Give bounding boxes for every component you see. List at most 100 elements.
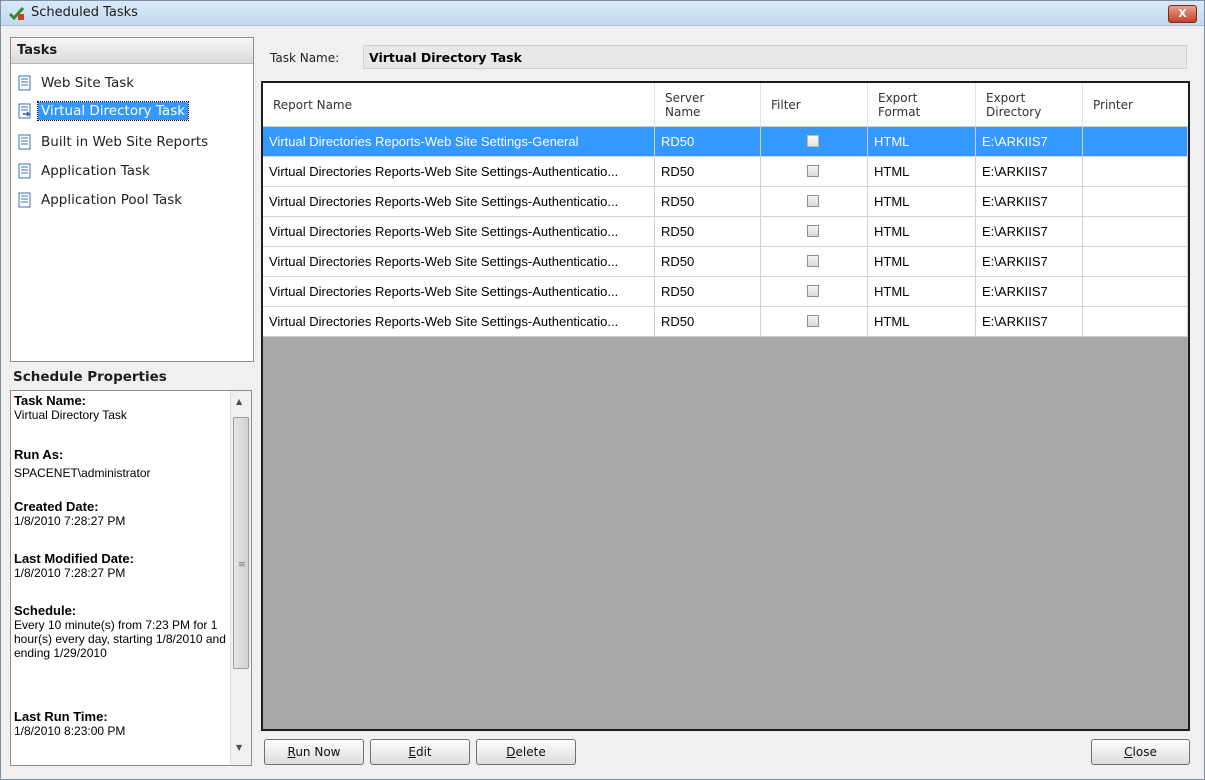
prop-run-as: Run As: SPACENET\administrator	[14, 447, 229, 480]
prop-value: 1/8/2010 7:28:27 PM	[14, 514, 126, 528]
reports-grid[interactable]: Report Name Server Name Filter Export Fo…	[261, 81, 1190, 731]
grip-icon: ≡	[238, 560, 246, 570]
task-item-web-site[interactable]: Web Site Task	[17, 72, 134, 94]
server-name-cell: RD50	[655, 157, 761, 186]
filter-cell	[761, 187, 868, 216]
prop-key: Task Name:	[14, 393, 87, 408]
scroll-down-icon[interactable]: ▼	[236, 743, 242, 752]
col-server-name[interactable]: Server Name	[655, 83, 761, 126]
export-format-cell: HTML	[868, 187, 976, 216]
properties-scrollbar[interactable]: ▲ ≡ ▼	[230, 391, 251, 765]
tasks-panel: Tasks Web Site Task Virtual Directory Ta…	[10, 37, 254, 362]
close-label: lose	[1132, 745, 1157, 759]
filter-checkbox[interactable]	[807, 135, 819, 147]
prop-value: 1/8/2010 7:28:27 PM	[14, 566, 126, 580]
export-format-cell: HTML	[868, 157, 976, 186]
export-directory-cell: E:\ARKIIS7	[976, 217, 1083, 246]
prop-key: Last Run Time:	[14, 709, 108, 724]
task-name-label: Task Name:	[270, 51, 340, 65]
filter-checkbox[interactable]	[807, 255, 819, 267]
filter-checkbox[interactable]	[807, 195, 819, 207]
report-name-cell: Virtual Directories Reports-Web Site Set…	[263, 127, 655, 156]
table-row[interactable]: Virtual Directories Reports-Web Site Set…	[263, 217, 1188, 247]
scroll-up-icon[interactable]: ▲	[236, 397, 242, 406]
schedule-properties-title: Schedule Properties	[13, 369, 167, 385]
server-name-cell: RD50	[655, 187, 761, 216]
task-item-label: Application Pool Task	[41, 192, 183, 208]
scheduled-tasks-window: Scheduled Tasks X Tasks Web Site Task Vi…	[0, 0, 1205, 780]
report-name-cell: Virtual Directories Reports-Web Site Set…	[263, 247, 655, 276]
printer-cell	[1083, 157, 1188, 186]
export-format-cell: HTML	[868, 127, 976, 156]
prop-value: 1/8/2010 8:23:00 PM	[14, 724, 126, 738]
prop-created-date: Created Date: 1/8/2010 7:28:27 PM	[14, 499, 229, 528]
task-item-application-pool[interactable]: Application Pool Task	[17, 189, 182, 211]
window-title: Scheduled Tasks	[31, 5, 138, 20]
task-name-row: Task Name: Virtual Directory Task	[261, 45, 1190, 71]
close-mnemonic: C	[1124, 745, 1133, 759]
title-bar[interactable]: Scheduled Tasks X	[1, 1, 1204, 26]
filter-cell	[761, 307, 868, 336]
printer-cell	[1083, 217, 1188, 246]
run-now-button[interactable]: Run Now	[264, 739, 364, 765]
task-item-label: Built in Web Site Reports	[41, 134, 209, 150]
task-list-icon	[18, 75, 31, 91]
filter-checkbox[interactable]	[807, 285, 819, 297]
task-item-label: Web Site Task	[41, 75, 135, 91]
tasks-header: Tasks	[11, 38, 253, 64]
server-name-cell: RD50	[655, 127, 761, 156]
filter-cell	[761, 217, 868, 246]
task-item-application[interactable]: Application Task	[17, 160, 150, 182]
export-format-cell: HTML	[868, 217, 976, 246]
filter-checkbox[interactable]	[807, 225, 819, 237]
prop-task-name: Task Name: Virtual Directory Task	[14, 393, 229, 422]
report-name-cell: Virtual Directories Reports-Web Site Set…	[263, 277, 655, 306]
col-export-directory[interactable]: Export Directory	[976, 83, 1083, 126]
report-name-cell: Virtual Directories Reports-Web Site Set…	[263, 217, 655, 246]
server-name-cell: RD50	[655, 307, 761, 336]
prop-value: Virtual Directory Task	[14, 408, 127, 422]
window-close-button[interactable]: X	[1168, 5, 1197, 23]
filter-cell	[761, 277, 868, 306]
table-row[interactable]: Virtual Directories Reports-Web Site Set…	[263, 157, 1188, 187]
table-row[interactable]: Virtual Directories Reports-Web Site Set…	[263, 247, 1188, 277]
grid-header: Report Name Server Name Filter Export Fo…	[263, 83, 1188, 127]
col-filter[interactable]: Filter	[761, 83, 868, 126]
filter-checkbox[interactable]	[807, 315, 819, 327]
task-item-label: Virtual Directory Task	[36, 101, 190, 121]
table-row[interactable]: Virtual Directories Reports-Web Site Set…	[263, 127, 1188, 157]
scrollbar-thumb[interactable]: ≡	[233, 417, 249, 669]
filter-checkbox[interactable]	[807, 165, 819, 177]
filter-cell	[761, 127, 868, 156]
printer-cell	[1083, 277, 1188, 306]
task-run-icon	[18, 103, 31, 119]
prop-key: Created Date:	[14, 499, 99, 514]
prop-schedule: Schedule: Every 10 minute(s) from 7:23 P…	[14, 603, 229, 660]
export-format-cell: HTML	[868, 247, 976, 276]
filter-cell	[761, 157, 868, 186]
close-button[interactable]: Close	[1091, 739, 1190, 765]
schedule-properties-box[interactable]: Task Name: Virtual Directory Task Run As…	[10, 390, 252, 766]
run-now-label: un Now	[295, 745, 341, 759]
table-row[interactable]: Virtual Directories Reports-Web Site Set…	[263, 277, 1188, 307]
col-printer[interactable]: Printer	[1083, 83, 1188, 126]
table-row[interactable]: Virtual Directories Reports-Web Site Set…	[263, 187, 1188, 217]
task-item-label: Application Task	[41, 163, 150, 179]
server-name-cell: RD50	[655, 277, 761, 306]
task-item-virtual-directory[interactable]: Virtual Directory Task	[17, 100, 190, 122]
prop-value: Every 10 minute(s) from 7:23 PM for 1 ho…	[14, 618, 226, 660]
edit-button[interactable]: Edit	[370, 739, 470, 765]
col-export-format[interactable]: Export Format	[868, 83, 976, 126]
col-report-name[interactable]: Report Name	[263, 83, 655, 126]
delete-button[interactable]: Delete	[476, 739, 576, 765]
server-name-cell: RD50	[655, 247, 761, 276]
report-name-cell: Virtual Directories Reports-Web Site Set…	[263, 307, 655, 336]
edit-mnemonic: E	[408, 745, 416, 759]
edit-label: dit	[415, 745, 432, 759]
task-name-field[interactable]: Virtual Directory Task	[363, 45, 1187, 69]
delete-mnemonic: D	[506, 745, 516, 759]
export-directory-cell: E:\ARKIIS7	[976, 157, 1083, 186]
export-directory-cell: E:\ARKIIS7	[976, 127, 1083, 156]
table-row[interactable]: Virtual Directories Reports-Web Site Set…	[263, 307, 1188, 337]
task-item-built-in-web-site-reports[interactable]: Built in Web Site Reports	[17, 131, 208, 153]
